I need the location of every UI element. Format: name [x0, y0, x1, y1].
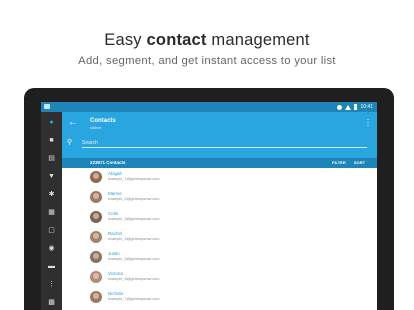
contact-email: example_3@getresponse.com	[108, 217, 160, 221]
promo-headline: Easy contact management	[0, 31, 414, 50]
grid-icon[interactable]: ▩	[47, 298, 56, 307]
contact-name: Nichola	[108, 291, 124, 296]
more-vert-icon[interactable]: ⋮	[364, 117, 372, 129]
filter-button[interactable]: FILTER	[332, 160, 346, 165]
nav-rail: ● ■ ▤ ▼ ✱ ▦ ▢ ◉ ▬ ⋮ ▩	[41, 112, 62, 310]
contact-email: example_5@getresponse.com	[108, 257, 160, 261]
signal-icon	[345, 104, 352, 110]
contact-name: Abigail	[108, 171, 122, 176]
status-time: 10:41	[360, 104, 373, 110]
list-icon[interactable]: ▤	[47, 154, 56, 163]
bluetooth-icon	[337, 104, 343, 110]
contact-list: Abigail example_1@getresponse.com Marnie…	[62, 168, 377, 310]
contact-email: example_1@getresponse.com	[108, 177, 160, 181]
contacts-count: 223671 Contacts	[90, 160, 126, 165]
avatar	[90, 231, 102, 243]
count-bar: 223671 Contacts FILTER SORT	[62, 158, 377, 168]
list-item[interactable]: Rachel example_4@getresponse.com	[62, 228, 377, 246]
avatar	[90, 211, 102, 223]
avatar	[90, 291, 102, 303]
status-icons: 10:41	[337, 104, 373, 110]
promo-subline: Add, segment, and get instant access to …	[78, 55, 336, 67]
settings-icon[interactable]: ✱	[47, 190, 56, 199]
list-item[interactable]: Victoria example_6@getresponse.com	[62, 268, 377, 286]
sliders-icon[interactable]: ⋮	[47, 280, 56, 289]
list-item[interactable]: Abigail example_1@getresponse.com	[62, 168, 377, 186]
contact-email: example_2@getresponse.com	[108, 197, 160, 201]
sort-button[interactable]: SORT	[354, 160, 365, 165]
contact-name: Marnie	[108, 191, 122, 196]
list-item[interactable]: Nichola example_7@getresponse.com	[62, 288, 377, 306]
battery-icon	[354, 104, 358, 110]
avatar	[90, 271, 102, 283]
contact-name: Rachel	[108, 231, 123, 236]
list-item[interactable]: Colin example_3@getresponse.com	[62, 208, 377, 226]
mail-icon[interactable]: ■	[47, 136, 56, 145]
contact-name: Colin	[108, 211, 119, 216]
search-input[interactable]	[82, 138, 367, 148]
headline-post: management	[206, 31, 310, 49]
contact-email: example_4@getresponse.com	[108, 237, 160, 241]
contact-email: example_6@getresponse.com	[108, 277, 160, 281]
avatar	[90, 251, 102, 263]
page-title: Contacts	[90, 118, 116, 124]
headline-bold: contact	[146, 31, 207, 49]
status-bar: 10:41	[41, 102, 377, 112]
search-bar: ⚲	[67, 138, 367, 148]
calendar-icon[interactable]: ▦	[47, 208, 56, 217]
list-item[interactable]: Marnie example_2@getresponse.com	[62, 188, 377, 206]
app-screen: 10:41 ● ■ ▤ ▼ ✱ ▦ ▢ ◉ ▬ ⋮ ▩ ← Contacts s…	[41, 102, 377, 310]
back-arrow-icon[interactable]: ←	[66, 116, 80, 130]
document-icon[interactable]: ▢	[47, 226, 56, 235]
notification-icon	[44, 104, 50, 109]
contact-name: Justin	[108, 251, 120, 256]
contact-name: Victoria	[108, 271, 123, 276]
app-bar: ← Contacts sildme ⋮ ⚲	[62, 112, 377, 158]
headline-pre: Easy	[104, 31, 147, 49]
location-icon[interactable]: ◉	[47, 244, 56, 253]
avatar	[90, 191, 102, 203]
search-icon[interactable]: ⚲	[67, 138, 76, 148]
tablet-device: 10:41 ● ■ ▤ ▼ ✱ ▦ ▢ ◉ ▬ ⋮ ▩ ← Contacts s…	[24, 88, 394, 310]
avatar	[90, 171, 102, 183]
folder-icon[interactable]: ▬	[47, 262, 56, 271]
contact-email: example_7@getresponse.com	[108, 297, 160, 301]
list-item[interactable]: Justin example_5@getresponse.com	[62, 248, 377, 266]
filter-icon[interactable]: ▼	[47, 172, 56, 181]
page-subtitle: sildme	[90, 125, 102, 130]
contacts-icon[interactable]: ●	[47, 118, 56, 127]
